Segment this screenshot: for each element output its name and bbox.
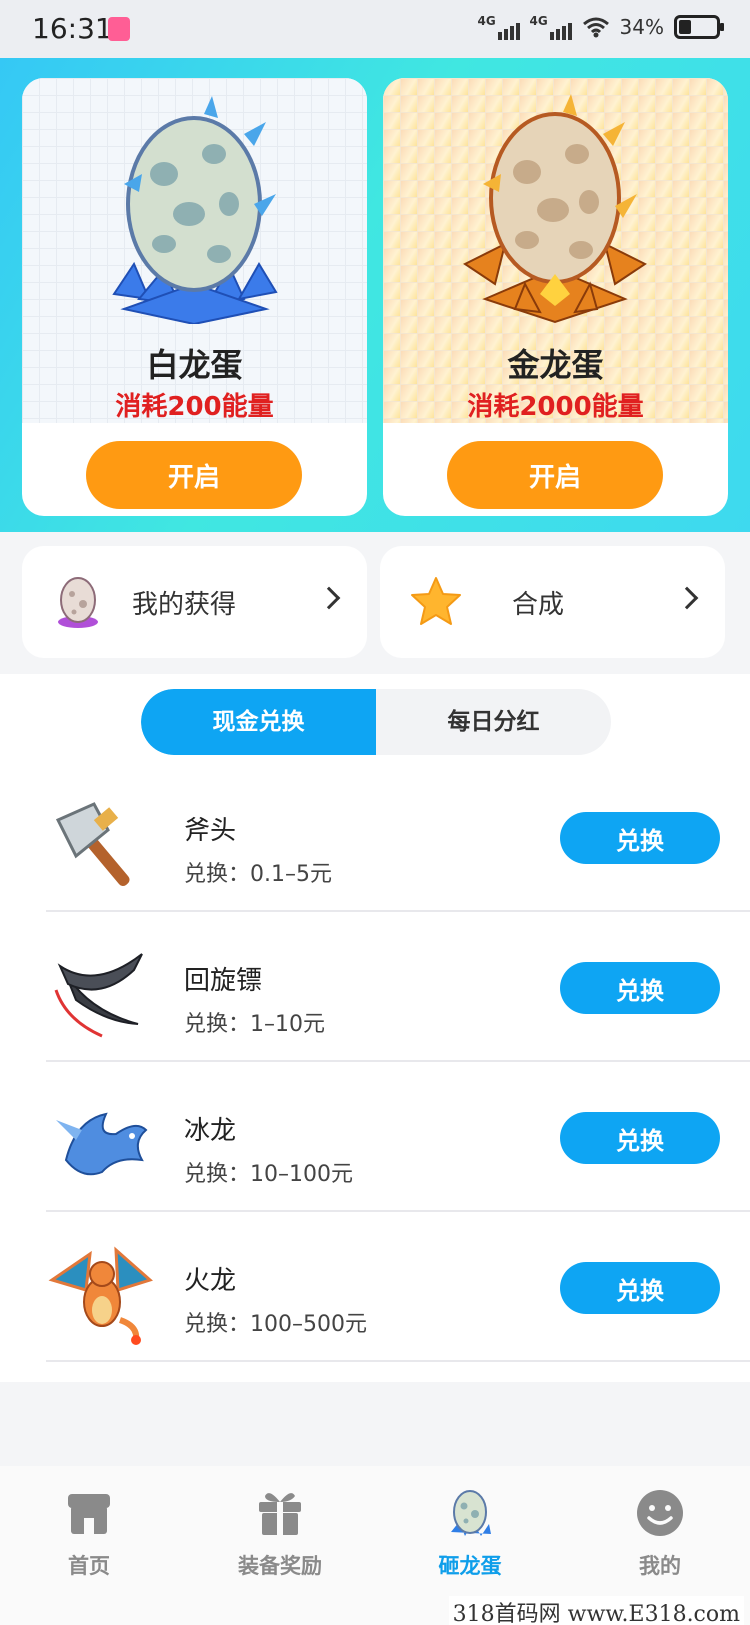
gold-dragon-egg-icon (463, 94, 647, 324)
gold-egg-cost: 消耗2000能量 (467, 392, 644, 422)
egg-hero: 白龙蛋 消耗200能量 开启 金龙蛋 消耗2000能量 开启 (0, 58, 750, 532)
white-egg-card: 白龙蛋 消耗200能量 开启 (22, 78, 367, 516)
open-gold-egg-button[interactable]: 开启 (447, 441, 663, 509)
exchange-panel: 现金兑换 每日分红 斧头 兑换：0.1–5元 兑换 回旋镖 兑换：1–10元 兑… (0, 674, 750, 1382)
tab-cash-exchange[interactable]: 现金兑换 (141, 689, 376, 755)
dragon-egg-icon (451, 1490, 491, 1536)
item-name: 回旋镖 (184, 966, 263, 996)
list-item: 斧头 兑换：0.1–5元 兑换 (46, 762, 750, 912)
item-name: 斧头 (184, 816, 237, 846)
list-item: 回旋镖 兑换：1–10元 兑换 (46, 912, 750, 1062)
item-range: 兑换：1–10元 (184, 1012, 325, 1037)
nav-equipment-rewards[interactable]: 装备奖励 (205, 1486, 355, 1580)
list-item: 火龙 兑换：100–500元 兑换 (46, 1212, 750, 1362)
list-item: 冰龙 兑换：10–100元 兑换 (46, 1062, 750, 1212)
star-icon (411, 577, 461, 625)
gold-egg-card: 金龙蛋 消耗2000能量 开启 (383, 78, 728, 516)
nav-home[interactable]: 首页 (14, 1486, 164, 1580)
axe-icon (55, 802, 130, 886)
battery-icon (674, 15, 724, 39)
chevron-right-icon (675, 586, 699, 610)
exchange-button[interactable]: 兑换 (560, 1112, 720, 1164)
white-egg-cost: 消耗200能量 (115, 392, 274, 422)
exchange-button[interactable]: 兑换 (560, 812, 720, 864)
exchange-tabs: 现金兑换 每日分红 (141, 689, 611, 755)
gift-icon (259, 1493, 301, 1535)
my-rewards-card[interactable]: 我的获得 (22, 546, 367, 658)
fire-dragon-icon (48, 1246, 153, 1345)
item-range: 兑换：0.1–5元 (184, 862, 332, 887)
open-white-egg-button[interactable]: 开启 (86, 441, 302, 509)
white-dragon-egg-icon (112, 96, 278, 324)
app-notification-icon (108, 17, 130, 41)
nav-label: 我的 (639, 1554, 681, 1578)
gold-egg-name: 金龙蛋 (507, 346, 604, 384)
battery-level (679, 20, 691, 34)
ice-dragon-icon (56, 1112, 148, 1176)
status-time: 16:31 (32, 12, 113, 45)
nav-smash-egg[interactable]: 砸龙蛋 (395, 1486, 545, 1580)
item-name: 火龙 (184, 1266, 237, 1296)
item-range: 兑换：100–500元 (184, 1312, 367, 1337)
wifi-icon (582, 17, 609, 38)
my-rewards-label: 我的获得 (132, 590, 237, 620)
chevron-right-icon (317, 586, 341, 610)
purple-egg-icon (58, 577, 98, 628)
smiley-icon (637, 1490, 683, 1536)
exchange-button[interactable]: 兑换 (560, 1262, 720, 1314)
battery-percent: 34% (619, 15, 664, 39)
network-type-1: 4G (477, 14, 496, 28)
nav-label: 首页 (68, 1554, 110, 1578)
shop-icon (68, 1494, 110, 1534)
compose-card[interactable]: 合成 (380, 546, 725, 658)
network-type-2: 4G (529, 14, 548, 28)
nav-mine[interactable]: 我的 (585, 1486, 735, 1580)
nav-label: 砸龙蛋 (438, 1554, 502, 1578)
item-range: 兑换：10–100元 (184, 1162, 353, 1187)
white-egg-name: 白龙蛋 (146, 346, 243, 384)
item-name: 冰龙 (184, 1116, 237, 1146)
compose-label: 合成 (512, 590, 565, 620)
nav-label: 装备奖励 (238, 1554, 322, 1578)
signal-1-icon: 4G (478, 14, 520, 40)
status-indicators: 4G 4G 34% (478, 14, 724, 40)
watermark: 318首码网 www.E318.com (448, 1596, 744, 1625)
signal-2-icon: 4G (530, 14, 572, 40)
exchange-button[interactable]: 兑换 (560, 962, 720, 1014)
boomerang-icon (54, 953, 143, 1038)
tab-daily-dividend[interactable]: 每日分红 (376, 689, 611, 755)
status-bar: 16:31 4G 4G 34% (0, 0, 750, 58)
